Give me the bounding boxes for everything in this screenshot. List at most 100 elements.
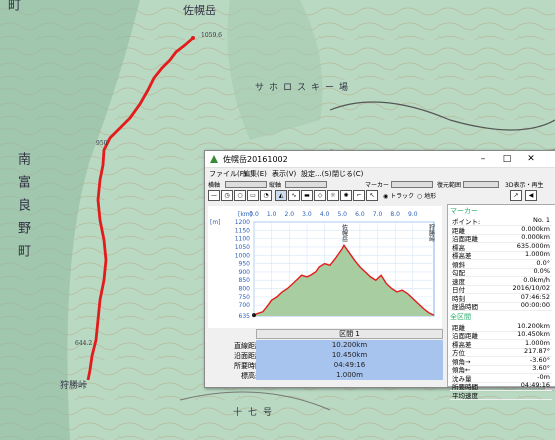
marker-value: 2016/10/02 bbox=[512, 284, 550, 292]
all-key: 平均速度 bbox=[452, 391, 478, 400]
close-button[interactable]: ✕ bbox=[523, 153, 539, 165]
y-tick-label: 635 bbox=[239, 313, 251, 320]
map-label-nanasen: 十七号 bbox=[233, 408, 279, 418]
shape-icon[interactable]: ◇ bbox=[314, 190, 326, 201]
marker-key: 経過時間 bbox=[452, 303, 478, 311]
range-label: 復元範囲 bbox=[437, 182, 462, 189]
all-value: -3.60° bbox=[529, 355, 550, 364]
y-tick-label: 1150 bbox=[235, 227, 250, 234]
all-row: 平均速度 bbox=[450, 390, 552, 400]
all-value: 1.000m bbox=[525, 338, 550, 347]
elevation-chart[interactable]: 1200 1150 1100 1050 1000 950 900 850 800 750 700 63… bbox=[208, 206, 442, 328]
x-tick-label: 9.0 bbox=[408, 211, 418, 218]
window-title: 佐幌岳20161002 bbox=[223, 155, 288, 164]
display-3d-label: 3D表示・再生 bbox=[505, 182, 544, 189]
all-value: 10.450km bbox=[517, 330, 550, 338]
marker-value: 0.0° bbox=[536, 258, 550, 267]
all-value: -0m bbox=[537, 372, 550, 381]
marker-value: 0.000km bbox=[521, 224, 550, 233]
clock-icon[interactable]: ◷ bbox=[221, 190, 233, 201]
marker-label: マーカー bbox=[365, 182, 390, 189]
x-tick-label: 4.0 bbox=[320, 211, 330, 218]
y-tick-label: 850 bbox=[239, 277, 251, 284]
h-axis-slider[interactable] bbox=[225, 181, 267, 188]
section-header: 区間 1 bbox=[256, 329, 443, 339]
section-stats: 区間 1 直線距離 10.200km 沿面距離 10.450km 所要時間 04… bbox=[214, 329, 443, 383]
y-axis-label: [m] bbox=[210, 219, 221, 226]
stat-value: 04:49:16 bbox=[256, 360, 443, 370]
radio-terrain-label: 地形 bbox=[424, 193, 437, 200]
radio-terrain[interactable]: ○ 地形 bbox=[417, 191, 436, 200]
cursor-icon[interactable]: ↖ bbox=[366, 190, 378, 201]
minimize-button[interactable]: – bbox=[475, 153, 491, 165]
v-axis-label: 縦軸 bbox=[269, 182, 282, 189]
app-icon bbox=[210, 155, 218, 163]
profile-icon[interactable]: ◭ bbox=[275, 190, 287, 201]
x-axis-label: [km] bbox=[238, 211, 252, 218]
menu-file[interactable]: ファイル(F) bbox=[209, 169, 247, 179]
x-tick-label: 1.0 bbox=[267, 211, 277, 218]
y-tick-label: 750 bbox=[239, 294, 251, 301]
wave-icon[interactable]: ∿ bbox=[288, 190, 300, 201]
stat-value: 10.450km bbox=[256, 350, 443, 360]
marker-value: 0.0% bbox=[533, 267, 550, 275]
marker-point bbox=[252, 313, 256, 318]
y-tick-label: 800 bbox=[239, 286, 251, 293]
all-section-title: 全区間 bbox=[450, 312, 471, 321]
minus-icon[interactable]: ▬ bbox=[301, 190, 313, 201]
stat-value: 1.000m bbox=[256, 370, 443, 380]
marker-value: No. 1 bbox=[533, 216, 550, 224]
bulb-icon[interactable]: ☼ bbox=[327, 190, 339, 201]
pointer-icon[interactable]: ↗ bbox=[510, 190, 522, 201]
range-slider[interactable] bbox=[463, 181, 499, 188]
menu-close[interactable]: 閉じる(C) bbox=[332, 169, 363, 179]
y-tick-label: 950 bbox=[239, 261, 251, 268]
all-value: 10.200km bbox=[517, 321, 550, 330]
line-icon[interactable]: — bbox=[208, 190, 220, 201]
elevation-chart-svg: 12001150 110010501000 950900850 800750700 63… bbox=[210, 211, 435, 320]
maximize-button[interactable]: □ bbox=[499, 153, 515, 165]
y-tick-label: 1200 bbox=[235, 219, 250, 226]
x-tick-label: 7.0 bbox=[373, 211, 383, 218]
x-tick-label: 3.0 bbox=[302, 211, 312, 218]
marker-value: 1.000m bbox=[525, 250, 550, 258]
toolbar: 横軸 縦軸 マーカー 復元範囲 3D表示・再生 — ◷ ○ ▭ ◔ ◭ ∿ ▬ … bbox=[205, 180, 555, 202]
menu-bar: ファイル(F) 編集(E) 表示(V) 設定...(S) 閉じる(C) bbox=[205, 168, 555, 180]
radio-track[interactable]: ◉ トラック bbox=[383, 191, 414, 200]
menu-edit[interactable]: 編集(E) bbox=[243, 169, 267, 179]
circle-icon[interactable]: ○ bbox=[234, 190, 246, 201]
title-bar[interactable]: 佐幌岳20161002 – □ ✕ bbox=[205, 151, 555, 168]
y-tick-label: 700 bbox=[239, 302, 251, 309]
annotation-label: 狩勝峠 bbox=[428, 223, 435, 243]
menu-view[interactable]: 表示(V) bbox=[272, 169, 296, 179]
x-tick-label: 6.0 bbox=[355, 211, 365, 218]
x-tick-label: 5.0 bbox=[337, 211, 347, 218]
y-tick-label: 900 bbox=[239, 269, 251, 276]
annotation-label: 佐幌岳 bbox=[341, 223, 348, 243]
pie-icon[interactable]: ◔ bbox=[260, 190, 272, 201]
x-tick-label: 2.0 bbox=[285, 211, 295, 218]
marker-value: 0.000km bbox=[521, 233, 550, 241]
all-value: 3.60° bbox=[532, 364, 550, 372]
map-label-town: 町 bbox=[5, 0, 20, 21]
y-tick-label: 1100 bbox=[235, 236, 250, 243]
elevation-profile-window: 佐幌岳20161002 – □ ✕ ファイル(F) 編集(E) 表示(V) 設定… bbox=[204, 150, 555, 400]
arrow-left-icon[interactable]: ◀ bbox=[525, 190, 537, 201]
v-axis-slider[interactable] bbox=[285, 181, 327, 188]
map-label-ski: サホロスキー場 bbox=[255, 83, 354, 93]
menu-settings[interactable]: 設定...(S) bbox=[301, 169, 332, 179]
all-value: 04:49:16 bbox=[520, 381, 550, 389]
x-tick-label: 8.0 bbox=[390, 211, 400, 218]
map-label-elev-low: 644.2 bbox=[75, 340, 93, 347]
marker-value: 0.0km/h bbox=[523, 275, 550, 284]
rect-icon[interactable]: ▭ bbox=[247, 190, 259, 201]
all-value: 217.87° bbox=[524, 347, 550, 355]
marker-slider[interactable] bbox=[391, 181, 433, 188]
sun-icon[interactable]: ✺ bbox=[340, 190, 352, 201]
marker-title: マーカー bbox=[450, 207, 478, 215]
marker-value: 635.000m bbox=[516, 241, 550, 250]
marker-value: 00:00:00 bbox=[520, 301, 550, 309]
h-axis-label: 横軸 bbox=[208, 182, 221, 189]
marker-panel: マーカー ポイント: No. 1 距離 0.000km 沿面距離 0.000km 標高 635.… bbox=[447, 204, 555, 400]
shoe-icon[interactable]: ⌐ bbox=[353, 190, 365, 201]
